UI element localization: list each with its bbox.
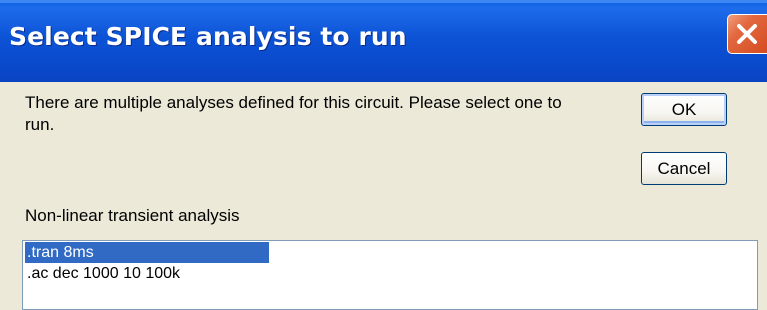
analysis-listbox[interactable]: .tran 8ms .ac dec 1000 10 100k <box>22 240 758 310</box>
title-bar[interactable]: Select SPICE analysis to run <box>0 0 767 82</box>
list-item-ac[interactable]: .ac dec 1000 10 100k <box>25 263 180 284</box>
title-bar-highlight <box>0 0 767 3</box>
cancel-button[interactable]: Cancel <box>641 152 727 185</box>
window-title: Select SPICE analysis to run <box>9 22 407 51</box>
list-item-tran[interactable]: .tran 8ms <box>25 242 269 263</box>
dialog-body: There are multiple analyses defined for … <box>0 82 767 310</box>
dialog-message: There are multiple analyses defined for … <box>25 93 562 134</box>
close-button[interactable] <box>727 14 767 54</box>
ok-button[interactable]: OK <box>641 93 727 126</box>
analysis-description: Non-linear transient analysis <box>25 206 240 225</box>
close-icon <box>737 24 757 44</box>
